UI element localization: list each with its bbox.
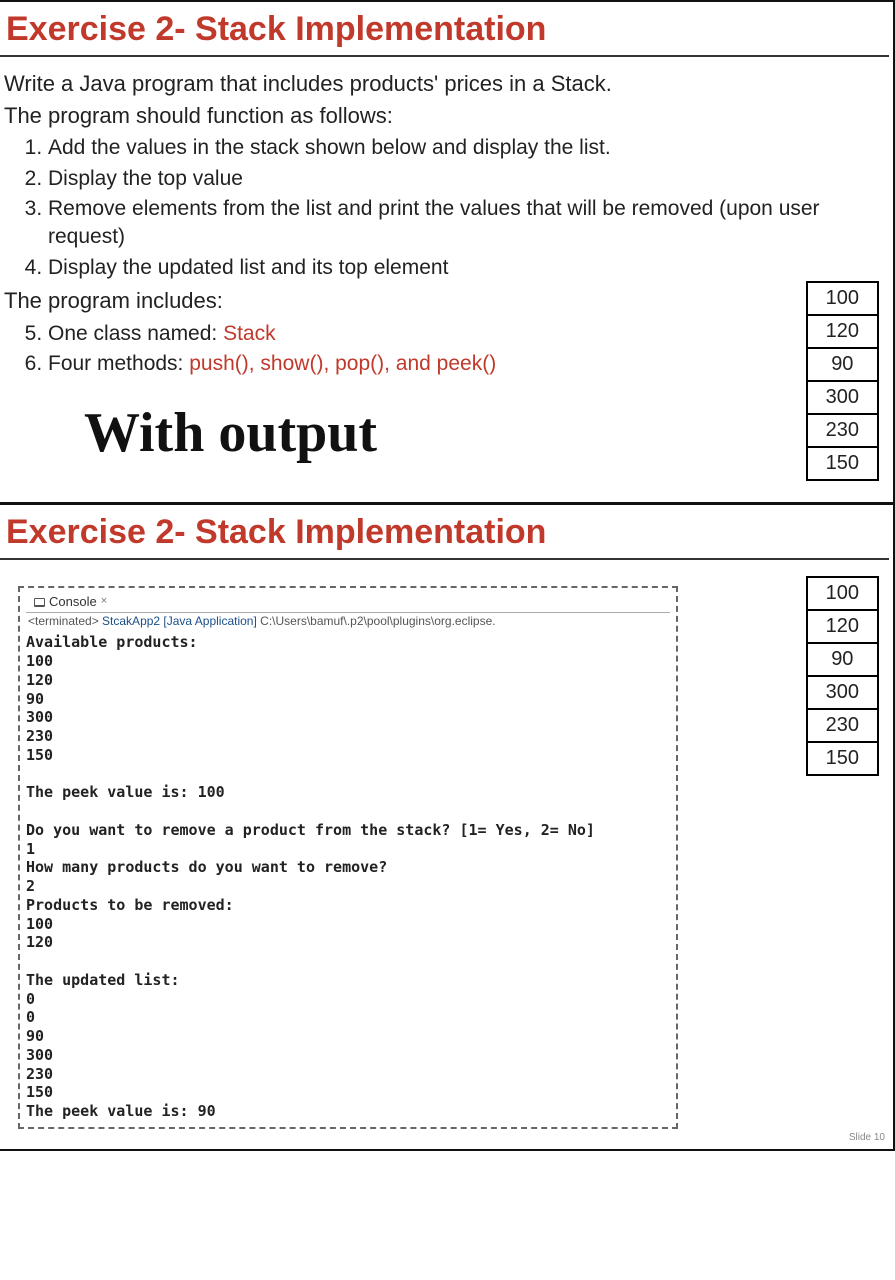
slide1-intro: Write a Java program that includes produ… [4,69,889,130]
slide-number: Slide 10 [849,1131,885,1145]
stack-cell: 230 [807,709,878,742]
step-3: Remove elements from the list and print … [48,195,889,252]
step5-prefix: One class named: [48,322,223,345]
console-tab[interactable]: Console × [28,594,113,610]
class-name: Stack [223,322,276,345]
slide1-title: Exercise 2- Stack Implementation [0,2,889,57]
console-panel: Console × <terminated> StcakApp2 [Java A… [18,586,678,1129]
terminated-prefix: <terminated> [28,614,102,628]
stack-cell: 100 [807,577,878,610]
step-1: Add the values in the stack shown below … [48,134,889,162]
step-5: One class named: Stack [48,320,889,348]
stack-cell: 300 [807,676,878,709]
close-icon[interactable]: × [101,595,107,609]
stack-cell: 150 [807,447,878,480]
step-2: Display the top value [48,165,889,193]
with-output-text: With output [84,396,889,472]
step-4: Display the updated list and its top ele… [48,254,889,282]
stack-cell: 120 [807,315,878,348]
intro-line-2: The program should function as follows: [4,101,889,131]
terminated-app: StcakApp2 [Java Application] [102,614,257,628]
stack-cell: 90 [807,643,878,676]
stack-cell: 90 [807,348,878,381]
steps-list: Add the values in the stack shown below … [48,134,889,282]
stack-cell: 230 [807,414,878,447]
console-tab-label: Console [49,594,97,610]
slide2-title: Exercise 2- Stack Implementation [0,505,889,560]
console-header: Console × [26,592,670,613]
stack-cell: 120 [807,610,878,643]
terminated-path: C:\Users\bamuf\.p2\pool\plugins\org.ecli… [257,614,496,628]
stack-cell: 100 [807,282,878,315]
method-names: push(), show(), pop(), and peek() [189,352,496,375]
console-output: Available products: 100 120 90 300 230 1… [26,633,670,1121]
includes-list: One class named: Stack Four methods: pus… [48,320,889,379]
intro-line-1: Write a Java program that includes produ… [4,69,889,99]
stack-cell: 300 [807,381,878,414]
stack-cell: 150 [807,742,878,775]
step-6: Four methods: push(), show(), pop(), and… [48,350,889,378]
step6-prefix: Four methods: [48,352,189,375]
console-icon [34,598,45,607]
console-terminated-line: <terminated> StcakApp2 [Java Application… [26,613,670,633]
slide1-body: Write a Java program that includes produ… [0,63,893,502]
includes-label: The program includes: [4,286,889,316]
slide-2: Exercise 2- Stack Implementation Console… [0,502,895,1151]
stack-table-1: 100 120 90 300 230 150 [806,281,879,481]
stack-table-2: 100 120 90 300 230 150 [806,576,879,776]
slide-1: Exercise 2- Stack Implementation Write a… [0,0,895,502]
slide2-body: Console × <terminated> StcakApp2 [Java A… [0,566,893,1149]
